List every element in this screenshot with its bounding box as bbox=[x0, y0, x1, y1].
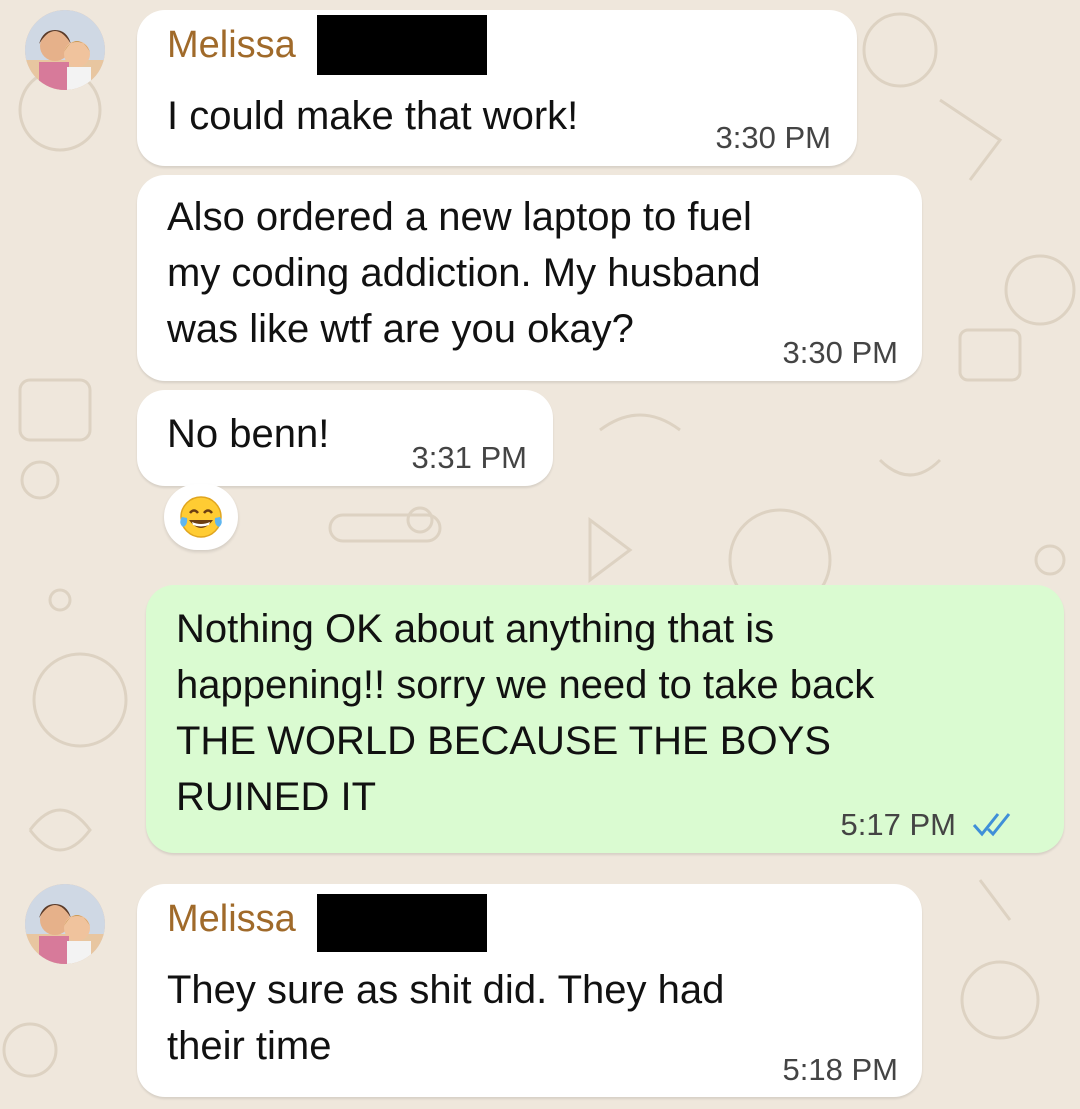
sender-name[interactable]: Melissa bbox=[167, 898, 296, 941]
message-bubble[interactable]: No benn! 3:31 PM bbox=[137, 390, 553, 486]
reaction-badge[interactable]: 😂 bbox=[164, 484, 238, 550]
read-double-check-icon bbox=[972, 813, 1011, 837]
message-bubble-outgoing[interactable]: Nothing OK about anything that is happen… bbox=[146, 585, 1064, 853]
message-time: 3:30 PM bbox=[715, 120, 831, 155]
message-time: 5:18 PM bbox=[782, 1052, 898, 1087]
message-bubble[interactable]: Also ordered a new laptop to fuel my cod… bbox=[137, 175, 922, 381]
message-text: Nothing OK about anything that is happen… bbox=[176, 607, 875, 819]
sender-name[interactable]: Melissa bbox=[167, 24, 296, 67]
message-text: No benn! bbox=[167, 412, 330, 456]
message-bubble[interactable]: Melissa I could make that work! 3:30 PM bbox=[137, 10, 857, 166]
message-time: 3:30 PM bbox=[782, 335, 898, 370]
tears-of-joy-emoji-icon bbox=[180, 496, 222, 538]
message-text: Also ordered a new laptop to fuel my cod… bbox=[167, 195, 761, 351]
avatar[interactable] bbox=[25, 10, 105, 90]
avatar[interactable] bbox=[25, 884, 105, 964]
message-time: 3:31 PM bbox=[411, 440, 527, 475]
redacted-box bbox=[317, 894, 487, 952]
redacted-box bbox=[317, 15, 487, 75]
message-text: They sure as shit did. They had their ti… bbox=[167, 968, 725, 1068]
message-bubble[interactable]: Melissa They sure as shit did. They had … bbox=[137, 884, 922, 1097]
message-text: I could make that work! bbox=[167, 94, 579, 138]
message-time: 5:17 PM bbox=[840, 807, 956, 842]
